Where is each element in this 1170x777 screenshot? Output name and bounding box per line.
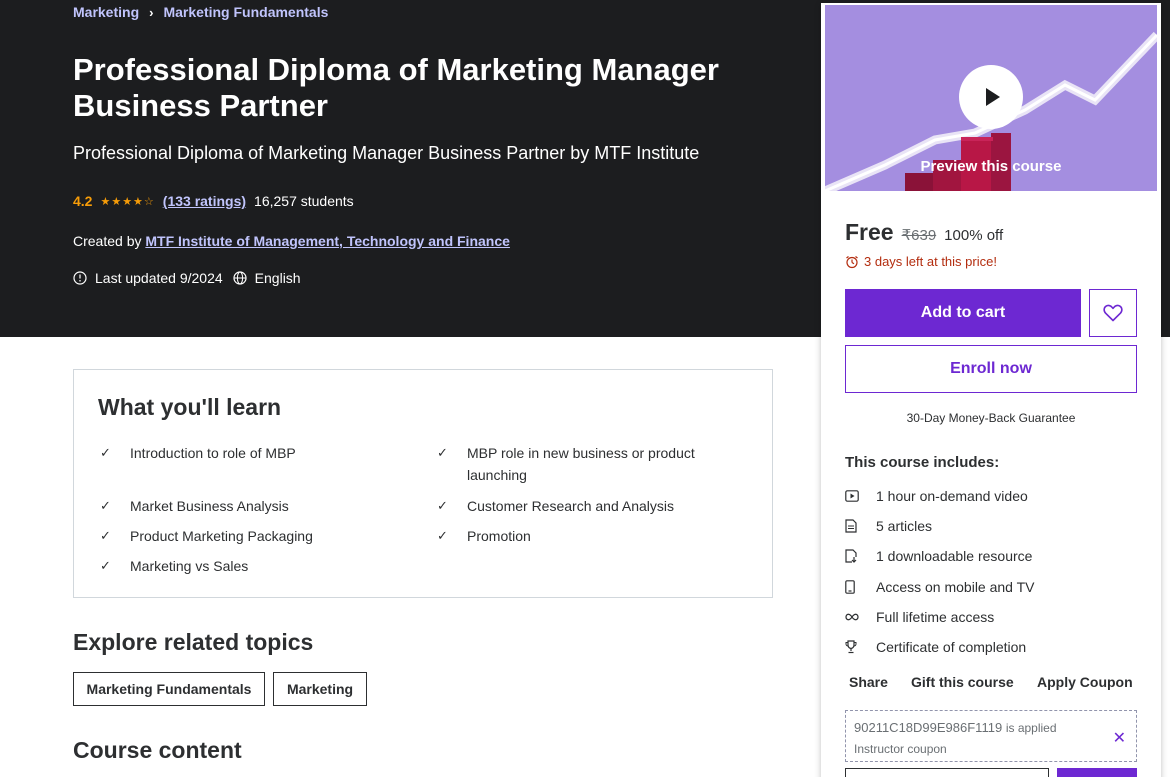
students-count: 16,257 students <box>254 193 354 209</box>
breadcrumb-link-marketing-fundamentals[interactable]: Marketing Fundamentals <box>163 4 328 20</box>
money-back-guarantee: 30-Day Money-Back Guarantee <box>906 411 1076 425</box>
course-preview-video[interactable]: Preview this course <box>825 5 1157 191</box>
checkmark-icon: ✓ <box>437 445 448 460</box>
learn-item-text: Market Business Analysis <box>130 498 289 514</box>
applied-coupon-box: 90211C18D99E986F1119 is applied Instruct… <box>845 710 1137 762</box>
course-content-title: Course content <box>73 737 242 763</box>
purchase-sidebar: Preview this course Free ₹639 100% off 3… <box>821 3 1161 777</box>
learn-item-text: Marketing vs Sales <box>130 558 249 574</box>
gift-course-link[interactable]: Gift this course <box>911 674 1014 690</box>
original-price: ₹639 <box>901 227 937 244</box>
includes-item-label: 5 articles <box>876 518 933 534</box>
includes-item-mobile: Access on mobile and TV <box>845 579 1035 595</box>
last-updated: Last updated 9/2024 <box>95 270 223 286</box>
current-price: Free <box>845 219 894 245</box>
topic-button-marketing-fundamentals[interactable]: Marketing Fundamentals <box>73 672 265 706</box>
created-by-label: Created by <box>73 233 142 249</box>
mobile-icon <box>845 580 855 594</box>
learn-item: ✓ Marketing vs Sales <box>98 555 380 577</box>
enroll-now-button[interactable]: Enroll now <box>845 345 1137 393</box>
download-file-icon <box>845 549 857 563</box>
globe-icon <box>233 271 247 285</box>
includes-item-certificate: Certificate of completion <box>845 639 1026 655</box>
learn-item-text: Customer Research and Analysis <box>467 498 674 514</box>
preview-course-label: Preview this course <box>920 158 1062 175</box>
infinity-icon <box>845 613 859 621</box>
learn-item: ✓ Product Marketing Packaging <box>98 525 380 547</box>
learn-item: ✓ Market Business Analysis <box>98 495 380 517</box>
breadcrumb-link-marketing[interactable]: Marketing <box>73 4 139 20</box>
course-includes-title: This course includes: <box>845 454 1000 471</box>
wishlist-button[interactable] <box>1089 289 1137 337</box>
alarm-clock-icon <box>846 255 858 268</box>
article-icon <box>845 519 857 533</box>
includes-item-articles: 5 articles <box>845 518 932 534</box>
checkmark-icon: ✓ <box>437 498 448 513</box>
includes-item-label: Certificate of completion <box>876 639 1027 655</box>
related-topics-title: Explore related topics <box>73 629 314 655</box>
includes-item-label: 1 downloadable resource <box>876 548 1033 564</box>
includes-item-label: 1 hour on-demand video <box>876 488 1028 504</box>
timer-text: 3 days left at this price! <box>864 254 997 269</box>
share-link[interactable]: Share <box>849 674 888 690</box>
discount-timer: 3 days left at this price! <box>845 254 997 269</box>
checkmark-icon: ✓ <box>100 558 111 573</box>
learn-item: ✓ Customer Research and Analysis <box>435 495 717 517</box>
learn-item-text: Product Marketing Packaging <box>130 528 313 544</box>
topic-button-marketing[interactable]: Marketing <box>273 672 367 706</box>
learn-item: ✓ Promotion <box>435 525 717 547</box>
created-by-row: Created by MTF Institute of Management, … <box>73 233 510 249</box>
alert-clock-icon <box>73 271 87 285</box>
learn-item-text: Introduction to role of MBP <box>130 445 296 461</box>
video-icon <box>845 490 859 502</box>
coupon-apply-button[interactable] <box>1057 768 1137 777</box>
play-icon <box>986 88 1000 106</box>
includes-item-label: Full lifetime access <box>876 609 995 625</box>
discount-percent: 100% off <box>944 227 1004 244</box>
learn-section-title: What you'll learn <box>98 394 282 420</box>
play-button[interactable] <box>959 65 1023 129</box>
learn-item-text: Promotion <box>467 528 531 544</box>
course-subtitle: Professional Diploma of Marketing Manage… <box>73 143 700 163</box>
instructor-link[interactable]: MTF Institute of Management, Technology … <box>145 233 510 249</box>
trophy-icon <box>845 640 857 654</box>
checkmark-icon: ✓ <box>437 528 448 543</box>
learn-item-text: MBP role in new business or product laun… <box>467 445 695 483</box>
heart-icon <box>1103 304 1123 322</box>
course-title: Professional Diploma of Marketing Manage… <box>73 52 719 123</box>
learn-item: ✓ MBP role in new business or product la… <box>435 442 717 486</box>
course-meta-row: Last updated 9/2024 English <box>73 270 301 286</box>
learn-item: ✓ Introduction to role of MBP <box>98 442 380 464</box>
includes-item-label: Access on mobile and TV <box>876 579 1035 595</box>
coupon-applied-text: is applied <box>1005 721 1057 735</box>
price-row: Free ₹639 100% off <box>845 219 1003 246</box>
breadcrumb: Marketing › Marketing Fundamentals <box>73 4 328 20</box>
what-youll-learn-box: What you'll learn ✓ Introduction to role… <box>73 369 773 598</box>
coupon-code-input[interactable] <box>845 768 1049 777</box>
coupon-type: Instructor coupon <box>854 742 947 756</box>
ratings-count-link[interactable]: (133 ratings) <box>163 193 246 209</box>
remove-coupon-icon[interactable]: ✕ <box>1113 728 1126 748</box>
rating-row: 4.2 ★★★★☆ (133 ratings) 16,257 students <box>73 193 354 209</box>
checkmark-icon: ✓ <box>100 445 111 460</box>
course-language: English <box>254 270 301 286</box>
checkmark-icon: ✓ <box>100 498 111 513</box>
coupon-code-line: 90211C18D99E986F1119 is applied <box>854 720 1057 735</box>
checkmark-icon: ✓ <box>100 528 111 543</box>
includes-item-lifetime: Full lifetime access <box>845 609 994 625</box>
chevron-right-icon: › <box>149 4 154 20</box>
apply-coupon-link[interactable]: Apply Coupon <box>1037 674 1133 690</box>
rating-value: 4.2 <box>73 193 93 209</box>
includes-item-resource: 1 downloadable resource <box>845 548 1032 564</box>
coupon-code: 90211C18D99E986F1119 <box>854 720 1003 735</box>
star-rating-icon: ★★★★☆ <box>100 195 155 208</box>
includes-item-video: 1 hour on-demand video <box>845 488 1028 504</box>
add-to-cart-button[interactable]: Add to cart <box>845 289 1081 337</box>
